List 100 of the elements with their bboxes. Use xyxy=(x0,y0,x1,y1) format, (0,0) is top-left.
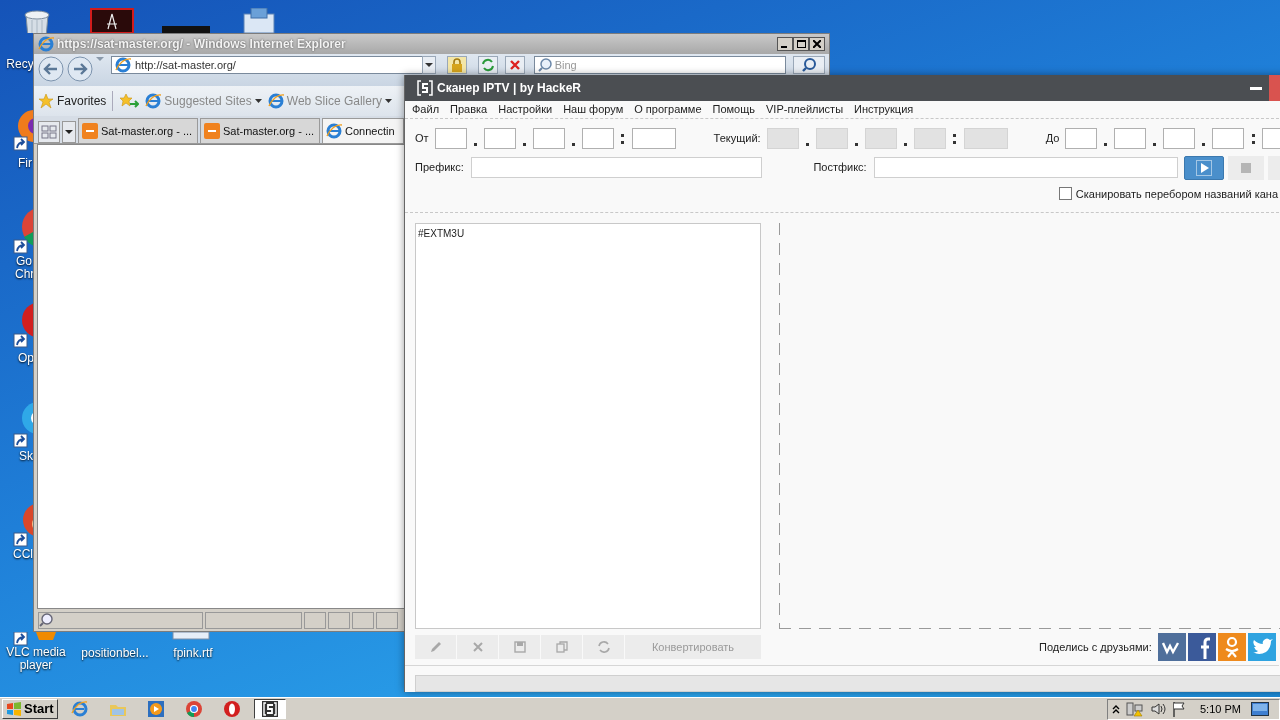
icon-label: positionbel... xyxy=(80,647,150,660)
menu-item[interactable]: Настройки xyxy=(498,101,553,118)
browser-tab[interactable]: Connectin xyxy=(322,118,404,143)
postfix-field[interactable] xyxy=(873,157,1179,179)
ip-octet-field[interactable] xyxy=(1114,128,1147,150)
field-label: Текущий: xyxy=(713,131,761,147)
menu-item[interactable]: Наш форум xyxy=(563,101,624,118)
page-icon xyxy=(115,57,131,73)
stop-button[interactable] xyxy=(504,56,525,74)
bird-icon[interactable] xyxy=(1247,633,1276,662)
page-icon xyxy=(267,93,284,109)
dot-separator xyxy=(805,143,809,147)
site-icon xyxy=(82,123,98,139)
status-panel xyxy=(352,611,374,629)
forward-icon[interactable] xyxy=(67,56,93,82)
favorites-button[interactable]: Favorites xyxy=(38,92,107,110)
colon-separator xyxy=(953,133,957,144)
dot-separator xyxy=(854,143,858,147)
refresh-icon xyxy=(480,58,495,72)
checkbox[interactable] xyxy=(1058,187,1072,201)
app-logo-icon xyxy=(260,700,279,718)
close-button[interactable] xyxy=(809,37,825,51)
share-icon[interactable] xyxy=(1187,633,1216,662)
dot-separator xyxy=(522,143,526,147)
copy-icon xyxy=(554,640,569,655)
menu-item[interactable]: Помощь xyxy=(712,101,755,118)
prefix-field[interactable] xyxy=(470,157,763,179)
refresh-icon xyxy=(596,640,611,655)
stop-button[interactable] xyxy=(1228,155,1265,180)
ip-octet-field[interactable] xyxy=(1163,128,1196,150)
window-title: Сканер IPTV | by HackeR xyxy=(437,79,581,97)
clock[interactable]: 5:10 PM xyxy=(1200,700,1241,718)
site-icon xyxy=(204,123,220,139)
browser-tab[interactable]: Sat-master.org - ... xyxy=(78,118,198,143)
app-icon[interactable] xyxy=(90,8,134,33)
star-icon xyxy=(38,93,54,109)
colon-separator xyxy=(621,133,625,144)
caret-icon xyxy=(425,62,434,68)
save-icon xyxy=(512,640,527,655)
ip-octet-field[interactable] xyxy=(1212,128,1245,150)
network-icon[interactable] xyxy=(1126,701,1144,717)
share-icon[interactable] xyxy=(1157,633,1186,662)
playlist-editor[interactable]: #EXTM3U xyxy=(415,223,761,630)
dropdown-button[interactable] xyxy=(422,56,436,74)
search-icon xyxy=(802,58,817,72)
icon-label: Recy xyxy=(6,58,34,71)
play-icon xyxy=(1196,159,1213,176)
menu-item[interactable]: VIP-плейлисты xyxy=(766,101,844,118)
field-label: Постфикс: xyxy=(813,160,867,176)
share-label: Поделись с друзьями: xyxy=(1039,640,1152,656)
ip-octet-field[interactable] xyxy=(483,128,516,150)
caret-icon xyxy=(65,129,73,135)
status-panel xyxy=(328,611,350,629)
ip-octet-field[interactable] xyxy=(532,128,565,150)
maximize-button[interactable] xyxy=(793,37,809,51)
dot-separator xyxy=(1104,143,1108,147)
dot-separator xyxy=(903,143,907,147)
icon-label: Go Chr xyxy=(15,255,33,281)
close-icon xyxy=(813,40,821,48)
field-label: От xyxy=(415,131,429,147)
icon-label: fpink.rtf xyxy=(172,647,214,660)
page-icon xyxy=(326,123,342,139)
show-desktop-icon[interactable] xyxy=(1250,702,1269,716)
refresh-button[interactable] xyxy=(477,56,498,74)
volume-icon[interactable] xyxy=(1150,701,1166,717)
menu-item[interactable]: О программе xyxy=(634,101,702,118)
caret-icon[interactable] xyxy=(96,56,104,62)
ip-octet-field[interactable] xyxy=(434,128,467,150)
edit-icon xyxy=(428,640,443,655)
caret-icon xyxy=(254,98,262,104)
search-button[interactable] xyxy=(793,56,825,74)
port-field[interactable] xyxy=(631,128,676,150)
start-button[interactable]: Start xyxy=(2,699,58,719)
security-button[interactable] xyxy=(447,56,467,74)
dot-separator xyxy=(473,143,477,147)
stop-icon xyxy=(1241,162,1252,173)
search-icon xyxy=(537,58,552,72)
menu-item[interactable]: Инструкция xyxy=(854,101,914,118)
dot-separator xyxy=(571,143,575,147)
app-logo-icon xyxy=(417,79,433,96)
browser-tab[interactable]: Sat-master.org - ... xyxy=(200,118,320,143)
add-favorite-icon[interactable] xyxy=(119,93,140,109)
minimize-icon xyxy=(1250,86,1262,90)
caret-icon xyxy=(384,98,392,104)
checkbox-label: Сканировать перебором названий кана xyxy=(1075,186,1278,202)
start-button[interactable] xyxy=(1184,155,1225,180)
field-label: Префикс: xyxy=(415,160,464,176)
chevron-up-icon[interactable] xyxy=(1112,704,1120,714)
ip-octet-field[interactable] xyxy=(1065,128,1098,150)
tab-list-button[interactable] xyxy=(62,121,76,143)
minimize-button[interactable] xyxy=(777,37,793,51)
search-icon xyxy=(39,613,53,627)
menu-item[interactable]: Правка xyxy=(450,101,488,118)
flag-icon[interactable] xyxy=(1172,701,1186,717)
menu-item[interactable]: Файл xyxy=(412,101,440,118)
back-icon[interactable] xyxy=(38,56,64,82)
taskbar-button[interactable] xyxy=(253,699,286,719)
maximize-icon xyxy=(796,40,806,48)
icon-label: VLC media player xyxy=(5,646,67,672)
ip-octet-field[interactable] xyxy=(581,128,614,150)
